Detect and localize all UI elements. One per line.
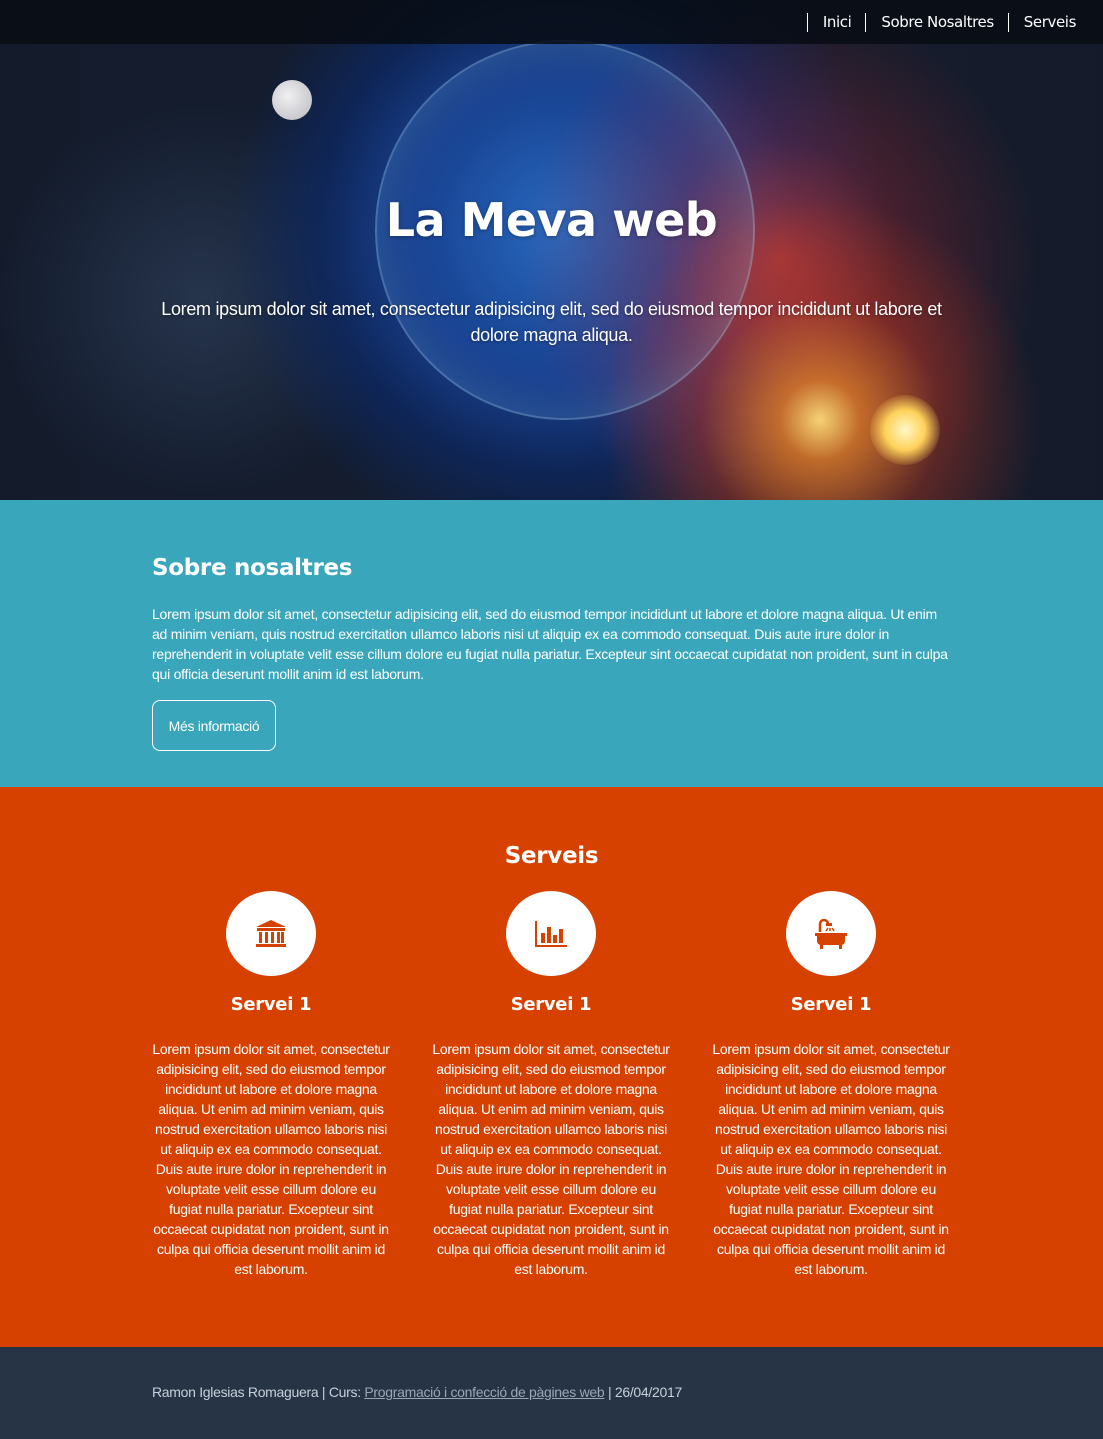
hero-subtitle: Lorem ipsum dolor sit amet, consectetur … bbox=[161, 299, 942, 345]
bar-chart-icon bbox=[535, 920, 567, 947]
service-card: Servei 1 Lorem ipsum dolor sit amet, con… bbox=[711, 891, 951, 1279]
about-text: Lorem ipsum dolor sit amet, consectetur … bbox=[152, 606, 948, 682]
service-title: Servei 1 bbox=[230, 994, 312, 1015]
service-icon-circle bbox=[506, 891, 596, 976]
more-info-button[interactable]: Més informació bbox=[152, 700, 276, 751]
about-section: Sobre nosaltres Lorem ipsum dolor sit am… bbox=[0, 500, 1103, 787]
hero-banner: La Meva web Lorem ipsum dolor sit amet, … bbox=[0, 0, 1103, 500]
moon-graphic bbox=[272, 80, 312, 120]
nav-item-inici[interactable]: Inici bbox=[806, 13, 866, 32]
about-title: Sobre nosaltres bbox=[152, 555, 353, 581]
service-text: Lorem ipsum dolor sit amet, consectetur … bbox=[152, 1041, 390, 1277]
sun-flare-graphic bbox=[870, 395, 940, 465]
bathtub-icon bbox=[815, 918, 847, 949]
service-card: Servei 1 Lorem ipsum dolor sit amet, con… bbox=[151, 891, 391, 1279]
service-text: Lorem ipsum dolor sit amet, consectetur … bbox=[712, 1041, 950, 1277]
service-card: Servei 1 Lorem ipsum dolor sit amet, con… bbox=[431, 891, 671, 1279]
footer-date: | 26/04/2017 bbox=[604, 1384, 682, 1400]
page-footer: Ramon Iglesias Romaguera | Curs: Program… bbox=[0, 1347, 1103, 1439]
service-icon-circle bbox=[786, 891, 876, 976]
nav-item-sobre-nosaltres[interactable]: Sobre Nosaltres bbox=[865, 13, 1007, 32]
nav-item-serveis[interactable]: Serveis bbox=[1007, 13, 1090, 32]
service-title: Servei 1 bbox=[790, 994, 872, 1015]
nav-menu: Inici Sobre Nosaltres Serveis bbox=[806, 13, 1090, 32]
nav-item-label[interactable]: Inici bbox=[823, 13, 852, 31]
course-link[interactable]: Programació i confecció de pàgines web bbox=[364, 1384, 604, 1400]
bank-icon bbox=[256, 919, 286, 947]
footer-author: Ramon Iglesias Romaguera | Curs: bbox=[152, 1384, 365, 1400]
service-icon-circle bbox=[226, 891, 316, 976]
service-text: Lorem ipsum dolor sit amet, consectetur … bbox=[432, 1041, 670, 1277]
services-title: Serveis bbox=[504, 843, 599, 869]
top-navigation: Inici Sobre Nosaltres Serveis bbox=[0, 0, 1103, 44]
hero-title: La Meva web bbox=[385, 193, 718, 247]
nav-item-label[interactable]: Serveis bbox=[1024, 13, 1077, 31]
nav-item-label[interactable]: Sobre Nosaltres bbox=[881, 13, 994, 31]
service-title: Servei 1 bbox=[510, 994, 592, 1015]
services-section: Serveis Servei 1 Lorem ipsum dolor sit a… bbox=[0, 787, 1103, 1347]
footer-credits: Ramon Iglesias Romaguera | Curs: Program… bbox=[152, 1384, 682, 1400]
